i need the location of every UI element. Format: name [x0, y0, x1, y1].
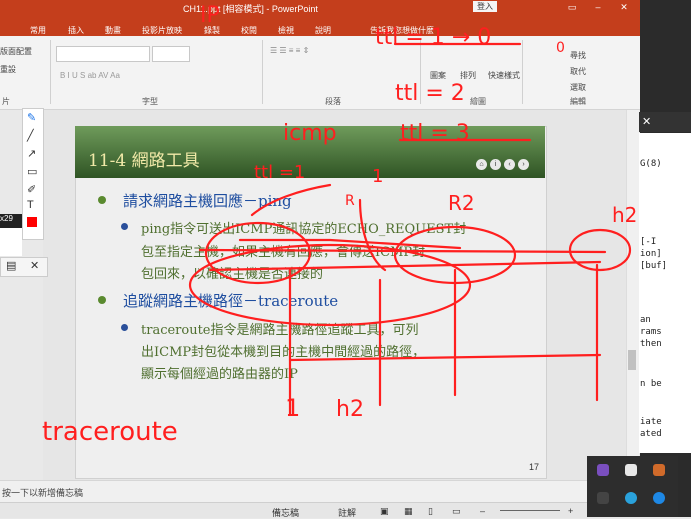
ink-label-zero: 0 [556, 40, 565, 56]
ink-label-r2: R2 [448, 191, 475, 215]
ink-label-bottom-h2: h2 [336, 397, 364, 422]
ink-label-icmp: icmp [283, 121, 337, 146]
ink-link [208, 260, 602, 272]
ink-curve [250, 183, 332, 217]
ink-label-ttl1: ttl =1 [254, 162, 305, 183]
ink-link [238, 238, 462, 250]
ink-link [288, 353, 602, 362]
ink-label-ttl2: ttl = 2 [395, 81, 465, 106]
ink-link [198, 248, 607, 254]
ink-annotations: IP ttl = 1 → 0 ttl = 2 icmp ttl = 3 ttl … [42, 3, 637, 447]
ink-label-h2: h2 [612, 203, 637, 227]
ink-label-one: 1 [372, 166, 383, 187]
ink-label-r: R [345, 193, 355, 209]
ink-label-ip: IP [200, 3, 220, 28]
ink-curve [358, 198, 387, 272]
ink-label-traceroute: traceroute [42, 417, 178, 447]
ink-ellipse [568, 228, 632, 272]
ink-ellipse [204, 221, 312, 285]
ink-label-bottom-one: 1 [285, 394, 300, 422]
ink-label-ttl0: ttl = 1 → 0 [375, 25, 491, 50]
ink-label-ttl3: ttl = 3 [400, 121, 470, 146]
ink-ellipse [188, 243, 472, 327]
